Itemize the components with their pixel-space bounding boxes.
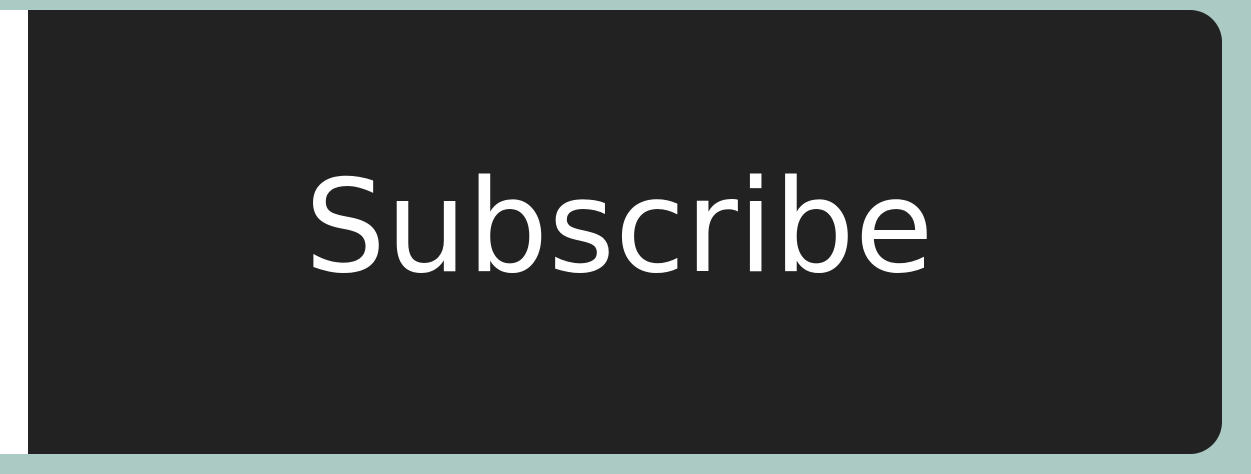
subscribe-form: Subscribe <box>0 0 1251 474</box>
subscribe-button[interactable]: Subscribe <box>28 10 1222 454</box>
subscribe-button-label: Subscribe <box>304 153 934 302</box>
email-input[interactable] <box>0 10 28 454</box>
